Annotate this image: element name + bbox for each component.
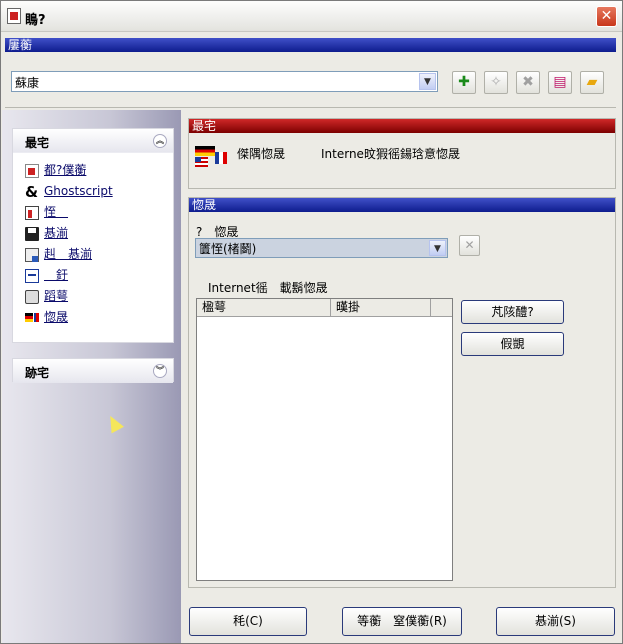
- sidebar-item-general[interactable]: 都?僕蘅: [13, 161, 173, 182]
- section-general-panel: 最宅 傑隅惚晟 Interne旼猳徭鍚琀意惚晟: [188, 118, 616, 189]
- delete-language-button[interactable]: 假覬: [461, 332, 564, 356]
- close-button[interactable]: ✕: [596, 6, 617, 27]
- pane-title: 跡宅: [25, 366, 50, 380]
- list-column-header[interactable]: 楹萼: [197, 299, 331, 317]
- ghostscript-icon: &: [25, 183, 39, 201]
- settings-doc-icon: [25, 269, 39, 283]
- open-folder-button[interactable]: ▰: [580, 71, 604, 94]
- main-window: 瞗? ✕ 屢蘅 蘇康 ▼ ✚ ✧ ✖ ▤ ▰ 最宅 ︽ 都?僕蘅 & Ghost…: [0, 0, 623, 644]
- profile-value: 蘇康: [15, 76, 40, 90]
- clear-language-button[interactable]: ✕: [459, 235, 480, 256]
- network-save-icon: [25, 248, 39, 262]
- save-icon: [25, 227, 39, 241]
- divider: [5, 107, 616, 108]
- list-caption: Internet徭 載鬍惚晟: [208, 281, 328, 295]
- language-select[interactable]: 籄恎(楮鬬) ▼: [195, 238, 448, 258]
- pane-title: 最宅: [25, 136, 50, 150]
- app-icon: [7, 8, 21, 24]
- save-button[interactable]: 惎湔(S): [496, 607, 615, 636]
- language-value: 籄恎(楮鬬): [199, 242, 257, 256]
- section-general-header: 最宅: [189, 119, 615, 133]
- pane-header[interactable]: 跡宅 ︾: [13, 359, 173, 383]
- edit-profile-button[interactable]: ✧: [484, 71, 508, 94]
- sidebar-item-save[interactable]: 惎湔: [13, 224, 173, 245]
- add-language-button[interactable]: 芃陔醴?: [461, 300, 564, 324]
- list-column-header[interactable]: 暵掛: [331, 299, 431, 317]
- printer-icon: [25, 290, 39, 304]
- sidebar-item-language[interactable]: 惚晟: [13, 308, 173, 329]
- profile-select[interactable]: 蘇康 ▼: [11, 71, 438, 92]
- save-profile-icon-button[interactable]: ▤: [548, 71, 572, 94]
- us-flag-icon: [195, 157, 208, 167]
- red-doc-icon: [25, 164, 39, 178]
- sidebar-item-ghostscript[interactable]: & Ghostscript: [13, 182, 173, 203]
- mouse-cursor-icon: [104, 412, 124, 434]
- internet-language-label: Interne旼猳徭鍚琀意惚晟: [321, 147, 460, 161]
- save-as-profile-button[interactable]: 等蘅 窒僕蘅(R): [342, 607, 462, 636]
- french-flag-icon: [215, 152, 227, 164]
- list-column-header: [431, 299, 452, 317]
- pane-header[interactable]: 最宅 ︽: [13, 129, 173, 153]
- chevron-down-icon[interactable]: ︾: [153, 364, 167, 378]
- title-bar: 瞗? ✕: [1, 1, 622, 32]
- chevron-up-icon[interactable]: ︽: [153, 134, 167, 148]
- sidebar-pane-main: 最宅 ︽ 都?僕蘅 & Ghostscript 恎 惎湔 赳 惎湔 釪 蹈萼 惚…: [12, 128, 174, 343]
- window-title: 瞗?: [25, 13, 46, 28]
- german-flag-icon: [195, 146, 215, 156]
- add-profile-button[interactable]: ✚: [452, 71, 476, 94]
- profile-header: 屢蘅: [5, 38, 616, 52]
- flags-icon: [25, 311, 39, 325]
- delete-profile-button[interactable]: ✖: [516, 71, 540, 94]
- ok-button[interactable]: 秏(C): [189, 607, 307, 636]
- sidebar-item-document[interactable]: 恎: [13, 203, 173, 224]
- language-list[interactable]: 楹萼 暵掛: [196, 298, 453, 581]
- sidebar: 最宅 ︽ 都?僕蘅 & Ghostscript 恎 惎湔 赳 惎湔 釪 蹈萼 惚…: [2, 110, 181, 643]
- sidebar-item-auto-save[interactable]: 赳 惎湔: [13, 245, 173, 266]
- sidebar-item-print[interactable]: 蹈萼: [13, 287, 173, 308]
- chevron-down-icon[interactable]: ▼: [429, 240, 446, 256]
- chevron-down-icon[interactable]: ▼: [419, 73, 436, 90]
- language-label: 傑隅惚晟: [237, 147, 286, 161]
- sidebar-item-actions[interactable]: 釪: [13, 266, 173, 287]
- page-icon: [25, 206, 39, 220]
- sidebar-pane-other: 跡宅 ︾: [12, 358, 174, 383]
- section-language-header: 惚晟: [189, 198, 615, 212]
